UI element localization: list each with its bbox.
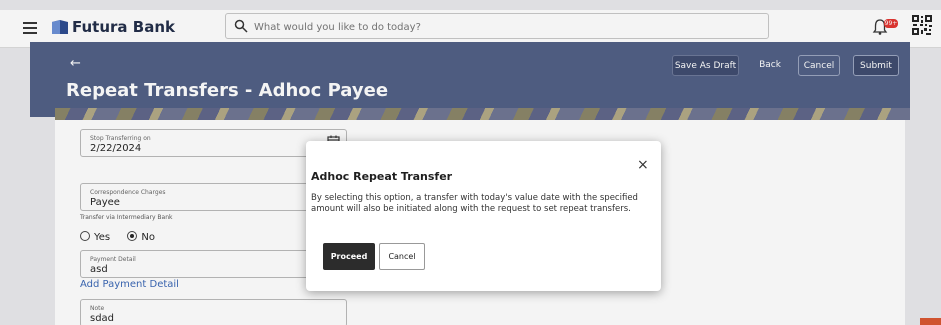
close-icon[interactable]: ×	[637, 157, 649, 173]
payment-detail-value: asd	[90, 264, 108, 275]
payment-detail-label: Payment Detail	[90, 256, 136, 263]
radio-yes-label: Yes	[94, 232, 111, 243]
page-title: Repeat Transfers - Adhoc Payee	[66, 80, 389, 101]
notification-badge: 99+	[884, 19, 898, 28]
submit-button[interactable]: Submit	[853, 55, 899, 76]
correspondence-value: Payee	[90, 197, 120, 208]
modal-body: By selecting this option, a transfer wit…	[311, 193, 638, 214]
search-icon	[234, 19, 248, 33]
adhoc-transfer-modal: × Adhoc Repeat Transfer By selecting thi…	[306, 141, 661, 291]
cancel-button[interactable]: Cancel	[798, 55, 840, 76]
note-field[interactable]: Note sdad	[80, 299, 347, 325]
intermediary-radio-group: Yes No	[80, 231, 155, 243]
modal-cancel-button[interactable]: Cancel	[379, 243, 425, 270]
note-value: sdad	[90, 313, 115, 324]
search-input[interactable]	[254, 18, 754, 36]
radio-yes[interactable]: Yes	[80, 231, 111, 243]
back-button[interactable]: Back	[754, 55, 786, 76]
stop-transferring-value: 2/22/2024	[90, 143, 142, 154]
modal-title: Adhoc Repeat Transfer	[311, 170, 453, 183]
header-pattern	[55, 108, 910, 120]
radio-no-label: No	[141, 232, 155, 243]
qr-code-icon[interactable]	[911, 14, 933, 36]
add-payment-detail-link[interactable]: Add Payment Detail	[80, 279, 179, 290]
note-label: Note	[90, 305, 105, 312]
radio-no[interactable]: No	[127, 231, 155, 243]
save-as-draft-button[interactable]: Save As Draft	[672, 55, 739, 76]
search-bar[interactable]	[225, 13, 769, 39]
intermediary-bank-label: Transfer via Intermediary Bank	[80, 214, 173, 221]
radio-yes-circle[interactable]	[80, 231, 90, 241]
bank-logo-icon	[52, 20, 68, 34]
correspondence-label: Correspondence Charges	[90, 189, 166, 196]
stop-transferring-label: Stop Transferring on	[90, 135, 151, 142]
back-arrow-icon[interactable]: ←	[70, 56, 81, 71]
brand-name[interactable]: Futura Bank	[72, 18, 175, 36]
hamburger-icon[interactable]	[23, 22, 37, 34]
radio-no-circle[interactable]	[127, 231, 138, 241]
proceed-button[interactable]: Proceed	[323, 243, 375, 270]
corner-accent	[920, 318, 941, 325]
